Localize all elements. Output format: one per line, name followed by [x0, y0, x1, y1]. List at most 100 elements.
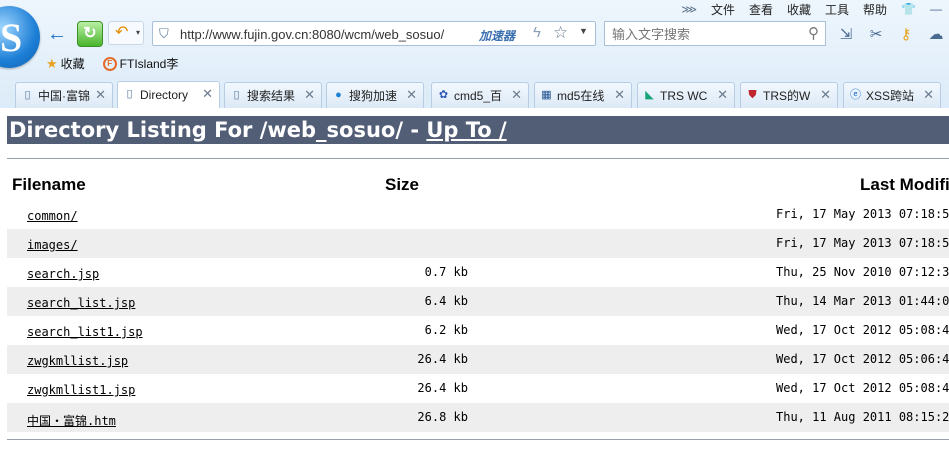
chevron-down-icon[interactable]: ▾ [136, 22, 140, 44]
menu-view[interactable]: 查看 [742, 1, 780, 18]
file-link[interactable]: search_list1.jsp [27, 325, 143, 339]
tab-label: TRS WC [660, 88, 708, 103]
trs-icon: ◣ [645, 89, 654, 101]
close-icon[interactable]: ✕ [406, 87, 417, 103]
bookmark-ftisland[interactable]: F FTIsland李 [102, 55, 179, 72]
page-content: Directory Listing For /web_sosuo/ - Up T… [0, 108, 949, 449]
tab-8[interactable]: ⓔ XSS跨站 ✕ [843, 82, 941, 108]
shirt-icon[interactable]: 👕 [894, 2, 923, 16]
sogou-icon: ● [335, 89, 342, 101]
file-size: 6.2 kb [424, 323, 468, 337]
lightning-icon[interactable]: ϟ [533, 24, 541, 41]
column-header-size: Size [385, 175, 420, 194]
address-url[interactable]: http://www.fujin.gov.cn:8080/wcm/web_sos… [180, 27, 478, 42]
tab-4[interactable]: ✿ cmd5_百 ✕ [431, 82, 529, 108]
close-icon[interactable]: ✕ [923, 87, 934, 103]
directory-heading-bar: Directory Listing For /web_sosuo/ - Up T… [7, 116, 949, 144]
close-icon[interactable]: ✕ [202, 86, 213, 102]
new-window-icon[interactable]: ⇲ [834, 25, 858, 43]
grid-icon: ▦ [541, 89, 552, 101]
up-to-parent-link[interactable]: Up To / [426, 118, 506, 142]
file-list: common/ Fri, 17 May 2013 07:18:57 GMT im… [7, 200, 949, 432]
file-modified: Thu, 14 Mar 2013 01:44:00 GMT [776, 294, 949, 308]
tab-label: TRS的W [763, 89, 811, 103]
page-icon: ▯ [126, 88, 133, 100]
divider [7, 158, 949, 159]
file-link[interactable]: images/ [27, 238, 78, 252]
file-link[interactable]: zwgkmllist1.jsp [27, 383, 135, 397]
double-chevron-icon[interactable]: ⋙ [674, 3, 704, 16]
close-icon[interactable]: ✕ [511, 87, 522, 103]
minimize-icon[interactable]: — [923, 2, 949, 16]
file-size: 26.8 kb [417, 410, 468, 424]
toolbar-tools: ⇲ ✂ ⚷ ☁ [834, 23, 948, 45]
refresh-icon[interactable]: ↻ [77, 21, 103, 47]
tab-3[interactable]: ● 搜狗加速 ✕ [326, 82, 424, 108]
file-modified: Wed, 17 Oct 2012 05:08:46 GMT [776, 381, 949, 395]
browser-chrome: S ⋙ 文件 查看 收藏 工具 帮助 👕 — ← ↻ ↶ ▾ ⛉ http://w… [0, 0, 949, 109]
tab-7[interactable]: ⛊ TRS的W ✕ [740, 82, 838, 108]
cloud-icon[interactable]: ☁ [924, 25, 948, 43]
tab-label: 中国·富锦 [38, 89, 90, 103]
page-icon: ▯ [233, 89, 240, 101]
paw-icon: ✿ [438, 89, 449, 101]
file-modified: Wed, 17 Oct 2012 05:08:44 GMT [776, 323, 949, 337]
bookmark-favorites[interactable]: ★ 收藏 [46, 55, 85, 72]
tab-5[interactable]: ▦ md5在线 ✕ [534, 82, 632, 108]
file-modified: Thu, 25 Nov 2010 07:12:30 GMT [776, 265, 949, 279]
file-link[interactable]: zwgkmllist.jsp [27, 354, 128, 368]
column-header-last-modified: Last Modified [860, 175, 949, 194]
divider [7, 439, 949, 440]
table-row: common/ Fri, 17 May 2013 07:18:57 GMT [7, 200, 949, 229]
column-header-filename: Filename [12, 175, 86, 194]
ftisland-icon: F [102, 56, 117, 71]
sogou-browser-logo: S [0, 6, 40, 68]
undo-close-tab-button[interactable]: ↶ ▾ [108, 21, 144, 45]
page-icon: ▯ [24, 89, 31, 101]
file-size: 26.4 kb [417, 352, 468, 366]
address-bar[interactable]: ⛉ http://www.fujin.gov.cn:8080/wcm/web_s… [152, 21, 596, 46]
scissors-icon[interactable]: ✂ [864, 25, 888, 43]
search-box[interactable]: ⚲ [604, 21, 826, 46]
file-size: 0.7 kb [424, 265, 468, 279]
close-icon[interactable]: ✕ [717, 87, 728, 103]
tab-0[interactable]: ▯ 中国·富锦 ✕ [15, 82, 113, 108]
table-row: images/ Fri, 17 May 2013 07:18:57 GMT [7, 229, 949, 258]
table-row: zwgkmllist.jsp 26.4 kb Wed, 17 Oct 2012 … [7, 345, 949, 374]
ie-icon: ⓔ [850, 89, 861, 101]
file-link[interactable]: 中国・富锦.htm [27, 412, 116, 429]
shield-icon: ⛊ [748, 89, 757, 101]
file-link[interactable]: search_list.jsp [27, 296, 135, 310]
table-row: zwgkmllist1.jsp 26.4 kb Wed, 17 Oct 2012… [7, 374, 949, 403]
menu-file[interactable]: 文件 [704, 1, 742, 18]
table-row: search_list.jsp 6.4 kb Thu, 14 Mar 2013 … [7, 287, 949, 316]
star-icon: ★ [46, 55, 58, 71]
accelerator-button[interactable]: 加速器 [479, 27, 515, 44]
bookmark-label: FTIsland李 [119, 57, 179, 71]
file-link[interactable]: common/ [27, 209, 78, 223]
back-arrow-icon[interactable]: ← [46, 23, 68, 45]
address-dropdown-icon[interactable]: ▼ [579, 26, 588, 36]
tab-2[interactable]: ▯ 搜索结果 ✕ [224, 82, 322, 108]
search-icon[interactable]: ⚲ [808, 24, 819, 42]
tab-label: XSS跨站 [866, 89, 915, 103]
bookmark-label: 收藏 [60, 57, 85, 71]
close-icon[interactable]: ✕ [820, 87, 831, 103]
tab-6[interactable]: ◣ TRS WC ✕ [637, 82, 735, 108]
tab-label: Directory [140, 88, 189, 102]
close-icon[interactable]: ✕ [614, 87, 625, 103]
heading-text: Directory Listing For /web_sosuo/ - [9, 118, 427, 142]
close-icon[interactable]: ✕ [95, 87, 106, 103]
security-shield-icon[interactable]: ⛉ [159, 26, 172, 41]
tab-1-active[interactable]: ▯ Directory ✕ [117, 81, 220, 108]
file-link[interactable]: search.jsp [27, 267, 99, 281]
tab-label: 搜狗加速 [349, 89, 398, 103]
menu-favorites[interactable]: 收藏 [780, 1, 818, 18]
menu-tools[interactable]: 工具 [818, 1, 856, 18]
menu-help[interactable]: 帮助 [856, 1, 894, 18]
key-icon[interactable]: ⚷ [894, 25, 918, 43]
file-modified: Thu, 11 Aug 2011 08:15:28 GMT [776, 410, 949, 424]
search-input[interactable] [610, 25, 804, 44]
favorite-star-icon[interactable]: ☆ [553, 23, 568, 43]
close-icon[interactable]: ✕ [304, 87, 315, 103]
